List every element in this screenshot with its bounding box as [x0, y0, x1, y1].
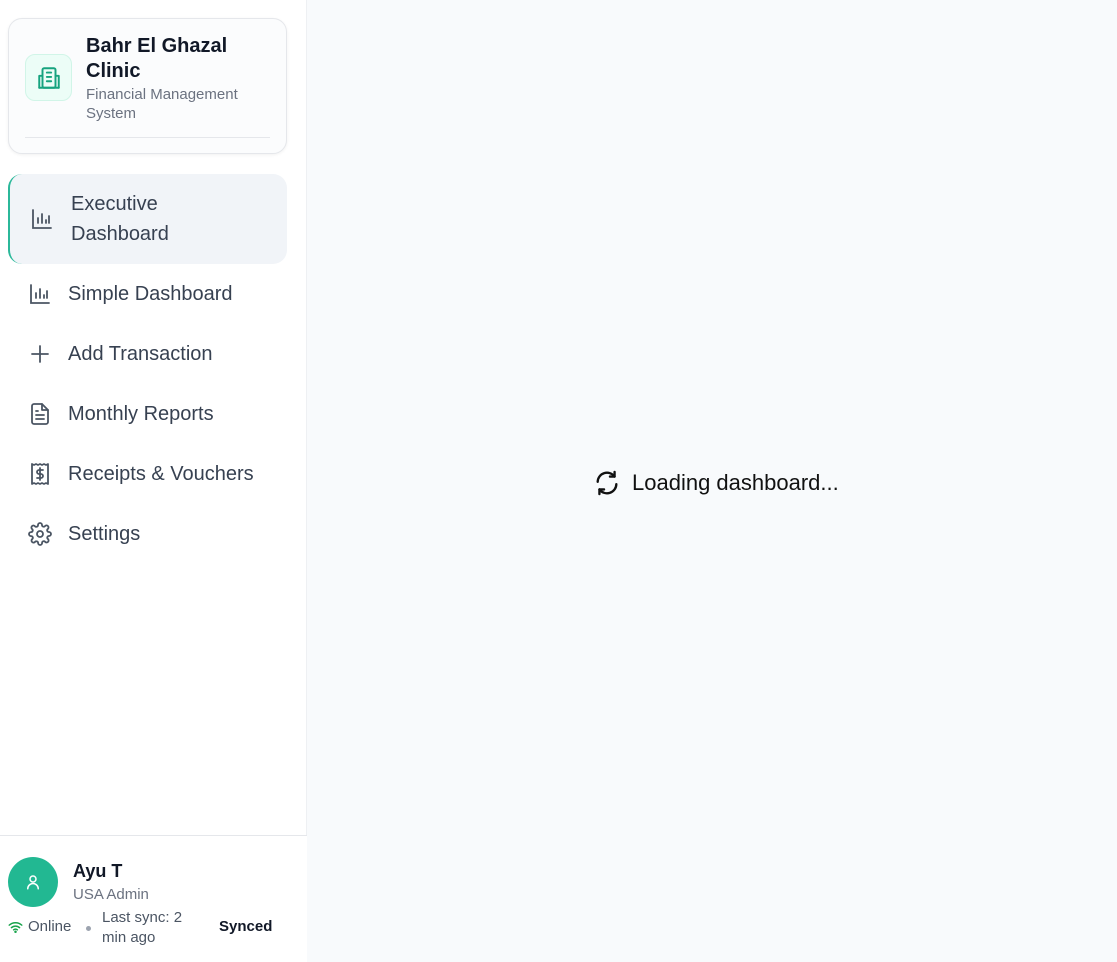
connection-status: Online [28, 918, 72, 935]
bar-chart-icon [28, 282, 52, 306]
nav-item-label: Simple Dashboard [68, 283, 233, 305]
nav-item-executive-dashboard[interactable]: Executive Dashboard [8, 174, 287, 264]
gear-icon [28, 522, 52, 546]
loading-text: Loading dashboard... [632, 470, 839, 495]
nav-item-label: Receipts & Vouchers [68, 463, 254, 485]
loading-indicator: Loading dashboard... [592, 466, 839, 500]
nav-item-label: Monthly Reports [68, 403, 214, 425]
hospital-building-icon [25, 54, 72, 101]
last-sync-time: Last sync: 2 min ago [102, 909, 183, 946]
plus-icon [28, 342, 52, 366]
nav-item-add-transaction[interactable]: Add Transaction [8, 324, 287, 384]
sync-status-row: Online Last sync: 2 min ago Synced [8, 908, 298, 948]
nav-item-label: Executive Dashboard [71, 193, 169, 245]
nav-item-receipts-vouchers[interactable]: Receipts & Vouchers [8, 444, 287, 504]
user-icon [27, 875, 39, 890]
separator-dot [86, 926, 91, 931]
sidebar: Bahr El Ghazal Clinic Financial Manageme… [0, 0, 307, 962]
nav-item-label: Add Transaction [68, 343, 213, 365]
sync-status-badge: Synced [219, 918, 273, 935]
nav-item-label: Settings [68, 523, 141, 545]
nav-item-monthly-reports[interactable]: Monthly Reports [8, 384, 287, 444]
receipt-icon [28, 462, 52, 486]
user-panel: Ayu T USA Admin Online Last sync: 2 min … [0, 835, 307, 962]
avatar[interactable] [8, 857, 58, 907]
user-role: USA Admin [73, 886, 149, 903]
refresh-spinner-icon [592, 466, 622, 500]
main-nav: Executive Dashboard Simple Dashboard Add… [8, 174, 287, 564]
system-name: Financial Management System [86, 86, 238, 122]
nav-item-settings[interactable]: Settings [8, 504, 287, 564]
file-text-icon [28, 402, 52, 426]
wifi-icon [8, 920, 23, 938]
user-name: Ayu T [73, 861, 123, 881]
brand-divider [25, 137, 270, 138]
bar-chart-icon [30, 207, 54, 231]
nav-item-simple-dashboard[interactable]: Simple Dashboard [8, 264, 287, 324]
clinic-name: Bahr El Ghazal Clinic [86, 35, 228, 82]
brand-card: Bahr El Ghazal Clinic Financial Manageme… [8, 18, 287, 154]
